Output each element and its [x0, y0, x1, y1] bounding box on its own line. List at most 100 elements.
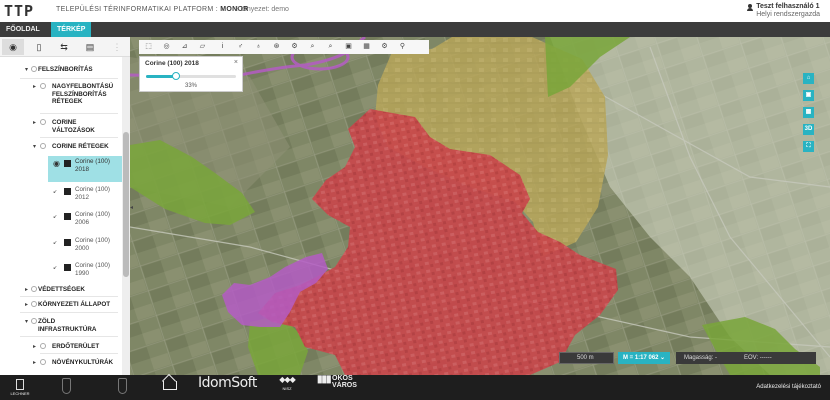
measure-icon[interactable]: ⊿: [177, 40, 192, 54]
fullscreen-icon[interactable]: ⛶: [803, 141, 814, 152]
tree-label: ZÖLD INFRASTRUKTÚRA: [38, 318, 97, 333]
search-icon[interactable]: ⌕: [305, 40, 320, 54]
layer-checkbox[interactable]: [64, 160, 71, 167]
grid-icon[interactable]: ▦: [803, 107, 814, 118]
chevron-right-icon: ▸: [33, 84, 37, 90]
draw-icon[interactable]: ▱: [195, 40, 210, 54]
layer-corine-2018[interactable]: ◉ Corine (100) 2018: [48, 156, 122, 182]
more-icon[interactable]: ⋮: [112, 42, 122, 52]
platform-title: TELEPÜLÉSI TÉRINFORMATIKAI PLATFORM : MO…: [56, 6, 249, 13]
nisz-logo-mark: ◆◆◆: [279, 375, 295, 384]
layer-checkbox[interactable]: [64, 213, 71, 220]
divider: [40, 353, 118, 354]
share-icon[interactable]: ⇆: [59, 42, 69, 52]
ttp-logo[interactable]: TTP: [4, 2, 34, 20]
lechner-logo[interactable]: LECHNER: [9, 375, 31, 400]
visibility-toggle[interactable]: [40, 83, 46, 89]
zoom-select[interactable]: M = 1:17 062 ⌄: [618, 352, 670, 364]
tab-home[interactable]: FŐOLDAL: [0, 22, 46, 37]
visibility-toggle[interactable]: [31, 66, 37, 72]
3d-button[interactable]: 3D: [803, 124, 814, 135]
visibility-toggle[interactable]: [40, 119, 46, 125]
chevron-down-icon: ▾: [25, 319, 29, 325]
visibility-toggle[interactable]: [31, 286, 37, 292]
visibility-toggle[interactable]: [40, 143, 46, 149]
divider: [40, 113, 118, 114]
tree-scrollbar[interactable]: [122, 57, 130, 375]
poi-icon[interactable]: ⚙: [287, 40, 302, 54]
okos-varos-bars-icon: ▮▮▮: [317, 374, 331, 385]
collapse-sidebar-icon[interactable]: ◂: [130, 204, 133, 211]
user-menu[interactable]: Teszt felhasználó 1 Helyi rendszergazda: [747, 3, 820, 19]
slider-knob[interactable]: [171, 72, 180, 80]
tree-node-vedettsegek[interactable]: ▸ VÉDETTSÉGEK: [0, 285, 122, 297]
pin-icon[interactable]: ♁: [251, 40, 266, 54]
visibility-off-icon[interactable]: ↙: [53, 240, 57, 246]
layers-icon[interactable]: ▣: [803, 90, 814, 101]
home-icon[interactable]: ⌂: [803, 73, 814, 84]
crest-logo: [62, 378, 71, 394]
layer-checkbox[interactable]: [64, 239, 71, 246]
tree-node-corine-retegek[interactable]: ▾ CORINE RÉTEGEK: [0, 142, 122, 154]
layer-label: Corine (100) 2000: [75, 237, 110, 252]
tree-node-kornyezeti-allapot[interactable]: ▸ KÖRNYEZETI ÁLLAPOT: [0, 300, 122, 313]
tree-node-corine-valtozasok[interactable]: ▸ CORINE VÁLTOZÁSOK: [0, 118, 122, 138]
layer-icon[interactable]: ▣: [341, 40, 356, 54]
select-icon[interactable]: ⬚: [141, 40, 156, 54]
tree-node-nagyfelbontasu[interactable]: ▸ NAGYFELBONTÁSÚ FELSZÍNBORÍTÁS RÉTEGEK: [0, 82, 122, 114]
coordinates-bar: Magasság: - EOV: ------: [676, 352, 816, 364]
scale-bar: 500 m: [559, 352, 614, 364]
layer-corine-1990[interactable]: ↙ Corine (100) 1990: [48, 260, 122, 286]
print-icon[interactable]: ▤: [85, 42, 95, 52]
sidebar-toolbar: ◉ ▯ ⇆ ▤ ⋮: [0, 37, 130, 57]
tree-label: NAGYFELBONTÁSÚ FELSZÍNBORÍTÁS RÉTEGEK: [52, 83, 114, 105]
eye-icon[interactable]: ◉: [53, 159, 60, 168]
layers-icon[interactable]: ◉: [2, 39, 24, 55]
visibility-toggle[interactable]: [31, 318, 37, 324]
visibility-toggle[interactable]: [31, 301, 37, 307]
visibility-toggle[interactable]: [40, 343, 46, 349]
scrollbar-thumb[interactable]: [123, 132, 129, 277]
note-icon[interactable]: ▦: [359, 40, 374, 54]
tree-label: FELSZÍNBORÍTÁS: [38, 66, 93, 73]
layer-label: Corine (100) 2006: [75, 211, 110, 226]
chevron-down-icon: ▾: [25, 67, 29, 73]
nisz-logo[interactable]: ◆◆◆ NISZ: [276, 375, 298, 400]
visibility-off-icon[interactable]: ↙: [53, 265, 57, 271]
route-icon[interactable]: ⊛: [269, 40, 284, 54]
info-icon[interactable]: i: [215, 40, 230, 54]
divider: [20, 296, 118, 297]
scale-label: 500 m: [577, 355, 594, 361]
visibility-off-icon[interactable]: ↙: [53, 214, 57, 220]
okos-varos-text: OKOS VÁROS: [332, 375, 372, 389]
visibility-toggle[interactable]: [40, 359, 46, 365]
divider: [20, 312, 118, 313]
user-role: Helyi rendszergazda: [756, 11, 820, 18]
tab-map[interactable]: TÉRKÉP: [51, 22, 92, 37]
layer-corine-2000[interactable]: ↙ Corine (100) 2000: [48, 235, 122, 261]
tree-node-felszinboritas[interactable]: ▾ FELSZÍNBORÍTÁS: [0, 65, 122, 79]
close-icon[interactable]: ×: [234, 59, 238, 66]
privacy-link[interactable]: Adatkezelési tájékoztató: [756, 375, 821, 400]
tree-node-erdoterulet[interactable]: ▸ ERDŐTERÜLET: [0, 342, 122, 354]
layer-corine-2006[interactable]: ↙ Corine (100) 2006: [48, 209, 122, 235]
layer-checkbox[interactable]: [64, 264, 71, 271]
tree-label: VÉDETTSÉGEK: [38, 286, 85, 293]
environment-label: Környezet: demo: [236, 6, 289, 13]
zoom-area-icon[interactable]: ⌕: [323, 40, 338, 54]
tree-node-novenykulturak[interactable]: ▸ NÖVÉNYKULTÚRÁK: [0, 358, 122, 370]
settings-icon[interactable]: ⚙: [377, 40, 392, 54]
idomsoft-logo[interactable]: IdomSoft: [198, 375, 257, 400]
marker-icon[interactable]: ♂: [233, 40, 248, 54]
layer-corine-2012[interactable]: ↙ Corine (100) 2012: [48, 184, 122, 210]
book-icon[interactable]: ▯: [34, 42, 44, 52]
eye-icon[interactable]: ◎: [159, 40, 174, 54]
layer-checkbox[interactable]: [64, 188, 71, 195]
visibility-off-icon[interactable]: ↙: [53, 189, 57, 195]
tree-node-zold-infrastruktura[interactable]: ▾ ZÖLD INFRASTRUKTÚRA: [0, 317, 122, 337]
opacity-slider[interactable]: [146, 72, 236, 80]
home-logo[interactable]: [162, 375, 177, 400]
user-name: Teszt felhasználó 1: [756, 3, 820, 10]
pushpin-icon[interactable]: ⚲: [395, 40, 410, 54]
tree-label: NÖVÉNYKULTÚRÁK: [52, 359, 114, 366]
